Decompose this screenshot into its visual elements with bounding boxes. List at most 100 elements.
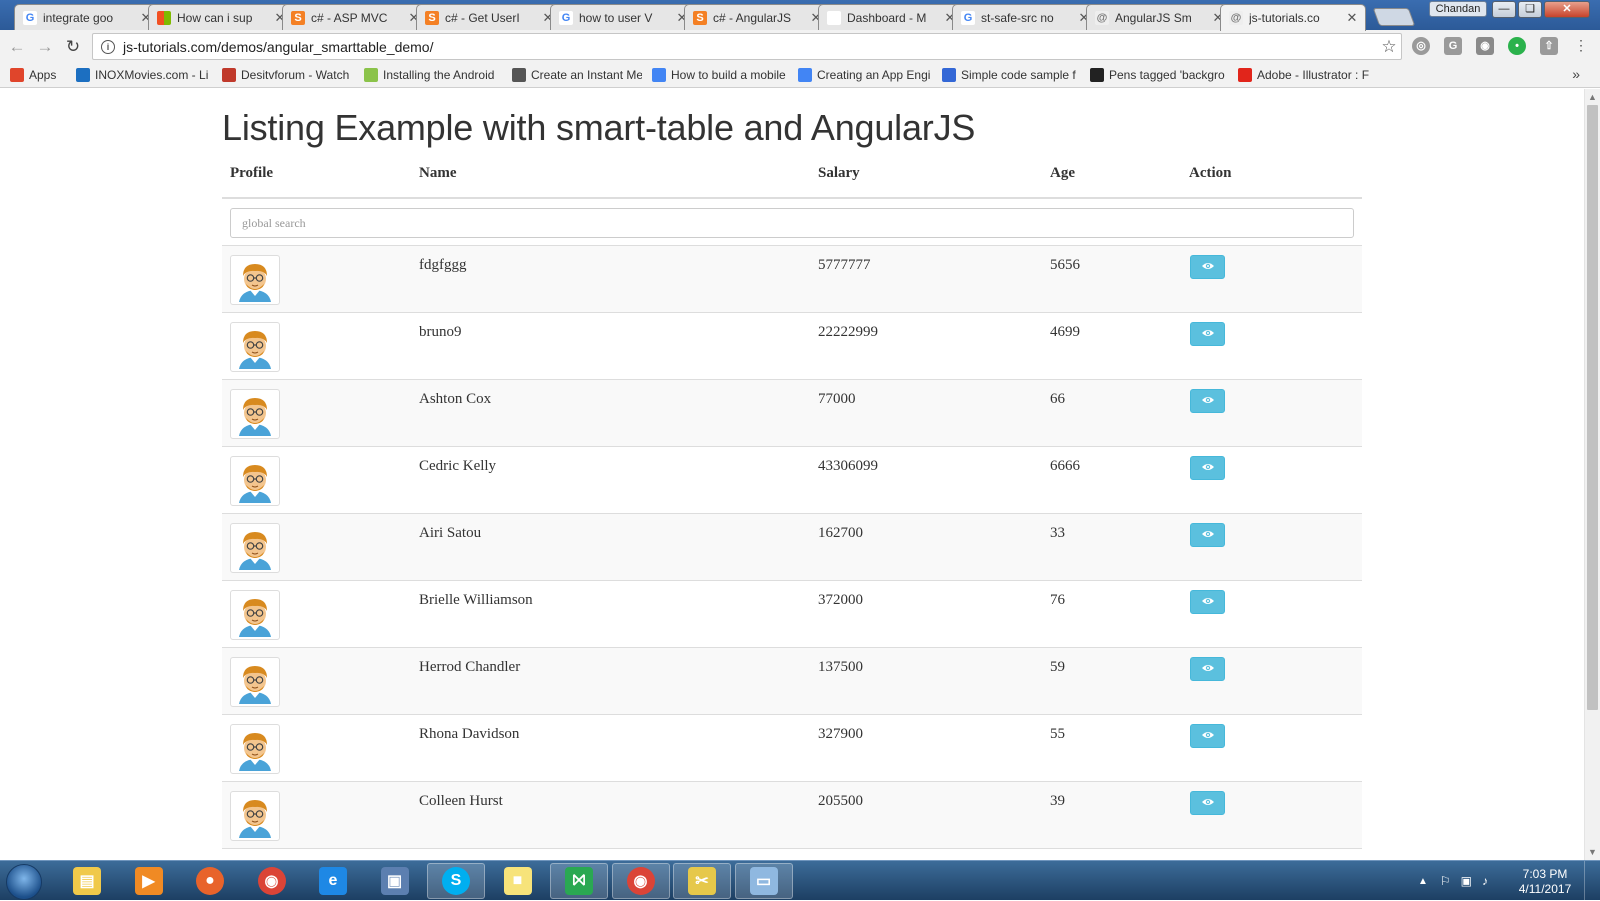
- view-button[interactable]: [1190, 791, 1225, 815]
- taskbar-app[interactable]: ✂: [673, 863, 731, 899]
- hangouts-extension-icon[interactable]: •: [1508, 37, 1526, 55]
- snipping-tool-icon: ✂: [688, 867, 716, 895]
- network-icon[interactable]: ▣: [1461, 874, 1472, 888]
- reload-button[interactable]: ↻: [62, 36, 84, 58]
- close-tab-icon[interactable]: ✕: [1345, 10, 1359, 26]
- bookmark-item[interactable]: Adobe - Illustrator : F: [1238, 68, 1374, 82]
- camera-extension-icon[interactable]: ◉: [1476, 37, 1494, 55]
- view-button[interactable]: [1190, 724, 1225, 748]
- view-button[interactable]: [1190, 322, 1225, 346]
- taskbar-app[interactable]: ▤: [58, 863, 116, 899]
- column-header-profile[interactable]: Profile: [230, 165, 273, 182]
- scroll-down-icon[interactable]: ▼: [1588, 847, 1597, 857]
- more-bookmarks-icon[interactable]: »: [1572, 66, 1580, 82]
- bookmark-label: INOXMovies.com - Li: [95, 68, 209, 82]
- bookmark-label: Pens tagged 'backgro: [1109, 68, 1225, 82]
- adobe-icon: [1238, 68, 1252, 82]
- forward-button[interactable]: →: [34, 36, 56, 58]
- forward-arrow-icon: →: [36, 36, 54, 56]
- column-header-salary[interactable]: Salary: [818, 165, 860, 182]
- taskbar-app[interactable]: ●: [181, 863, 239, 899]
- minimize-button[interactable]: —: [1492, 1, 1516, 18]
- info-icon[interactable]: i: [101, 39, 115, 54]
- browser-tab[interactable]: Dashboard - M ✕: [818, 4, 964, 30]
- column-header-name[interactable]: Name: [419, 165, 457, 182]
- volume-icon[interactable]: ♪: [1482, 874, 1488, 888]
- bookmark-item[interactable]: Creating an App Engi: [798, 68, 932, 82]
- global-search-input[interactable]: [230, 208, 1354, 238]
- start-button[interactable]: [6, 864, 42, 900]
- back-button[interactable]: ←: [6, 36, 28, 58]
- bookmark-item[interactable]: How to build a mobile: [652, 68, 788, 82]
- show-hidden-icons-icon[interactable]: ▲: [1418, 876, 1428, 887]
- codepen-icon: [1090, 68, 1104, 82]
- browser-tab[interactable]: @ js-tutorials.co ✕: [1220, 4, 1366, 31]
- profile-avatar: [230, 657, 280, 707]
- page-viewport: Listing Example with smart-table and Ang…: [0, 89, 1584, 860]
- browser-tab[interactable]: Ghow to user V ✕: [550, 4, 696, 30]
- browser-tab-strip: Gintegrate goo ✕ How can i sup ✕ Sc# - ASP M…: [0, 0, 1600, 31]
- taskbar-app[interactable]: ◉: [611, 863, 670, 899]
- cell-age: 6666: [1050, 458, 1080, 474]
- reload-icon: ↻: [65, 36, 81, 56]
- taskbar-app[interactable]: e: [304, 863, 362, 899]
- taskbar-app[interactable]: ▶: [120, 863, 178, 899]
- browser-tab[interactable]: @ AngularJS Sm ✕: [1086, 4, 1232, 30]
- chrome-icon: ◉: [626, 867, 655, 895]
- scrollbar-thumb[interactable]: [1587, 105, 1598, 710]
- upload-extension-icon[interactable]: ⇧: [1540, 37, 1558, 55]
- globe-extension-icon[interactable]: ◎: [1412, 37, 1430, 55]
- site-icon: @: [1229, 11, 1243, 25]
- view-button[interactable]: [1190, 255, 1225, 279]
- url-text[interactable]: js-tutorials.com/demos/angular_smarttabl…: [123, 39, 1377, 55]
- show-desktop-button[interactable]: [1584, 861, 1600, 901]
- bookmark-item[interactable]: Desitvforum - Watch: [222, 68, 354, 82]
- bookmark-item[interactable]: Simple code sample f: [942, 68, 1080, 82]
- bookmark-item[interactable]: Create an Instant Mes: [512, 68, 642, 82]
- stackoverflow-icon: S: [693, 10, 707, 25]
- close-window-button[interactable]: ✕: [1544, 1, 1590, 18]
- visual-studio-icon: ⨝: [565, 867, 593, 895]
- bookmark-item[interactable]: Apps: [10, 68, 66, 82]
- google-icon: G: [23, 10, 37, 25]
- system-clock[interactable]: 7:03 PM 4/11/2017: [1512, 867, 1578, 897]
- taskbar-app[interactable]: ▭: [734, 863, 793, 899]
- tab-title: c# - AngularJS: [713, 10, 792, 25]
- bookmark-star-icon[interactable]: ☆: [1377, 37, 1401, 57]
- new-tab-button[interactable]: [1372, 8, 1416, 26]
- column-header-age[interactable]: Age: [1050, 165, 1075, 182]
- bookmark-item[interactable]: INOXMovies.com - Li: [76, 68, 212, 82]
- view-button[interactable]: [1190, 590, 1225, 614]
- action-center-icon[interactable]: ⚐: [1440, 874, 1451, 888]
- browser-tab[interactable]: Gintegrate goo ✕: [14, 4, 160, 30]
- taskbar-app[interactable]: ■: [489, 863, 547, 899]
- taskbar-app[interactable]: ⨝: [550, 863, 608, 899]
- browser-tab[interactable]: Sc# - AngularJS ✕: [684, 4, 830, 30]
- browser-tab[interactable]: Gst-safe-src no ✕: [952, 4, 1098, 30]
- grammarly-extension-icon[interactable]: G: [1444, 37, 1462, 55]
- vertical-scrollbar[interactable]: ▲ ▼: [1584, 89, 1600, 860]
- search-row: [222, 199, 1362, 246]
- menu-icon[interactable]: ⋮: [1574, 37, 1588, 54]
- tab-title: st-safe-src no: [981, 10, 1054, 25]
- google-icon: G: [961, 10, 975, 25]
- view-button[interactable]: [1190, 657, 1225, 681]
- maximize-button[interactable]: ❏: [1518, 1, 1542, 18]
- bookmark-item[interactable]: Pens tagged 'backgro: [1090, 68, 1228, 82]
- browser-tab[interactable]: Sc# - ASP MVC ✕: [282, 4, 428, 30]
- scroll-up-icon[interactable]: ▲: [1588, 92, 1597, 102]
- network-manager-icon: ▣: [380, 867, 409, 895]
- browser-tab[interactable]: Sc# - Get UserI ✕: [416, 4, 562, 30]
- taskbar-app[interactable]: ◉: [243, 863, 301, 899]
- view-button[interactable]: [1190, 523, 1225, 547]
- view-button[interactable]: [1190, 456, 1225, 480]
- browser-tab[interactable]: How can i sup ✕: [148, 4, 294, 30]
- view-button[interactable]: [1190, 389, 1225, 413]
- taskbar-app[interactable]: ▣: [366, 863, 424, 899]
- cell-salary: 327900: [818, 726, 863, 742]
- bookmark-label: Simple code sample f: [961, 68, 1076, 82]
- profile-chip[interactable]: Chandan: [1429, 1, 1487, 17]
- bookmark-item[interactable]: Installing the Android: [364, 68, 502, 82]
- taskbar-app[interactable]: S: [427, 863, 485, 899]
- address-bar[interactable]: i js-tutorials.com/demos/angular_smartta…: [92, 33, 1402, 60]
